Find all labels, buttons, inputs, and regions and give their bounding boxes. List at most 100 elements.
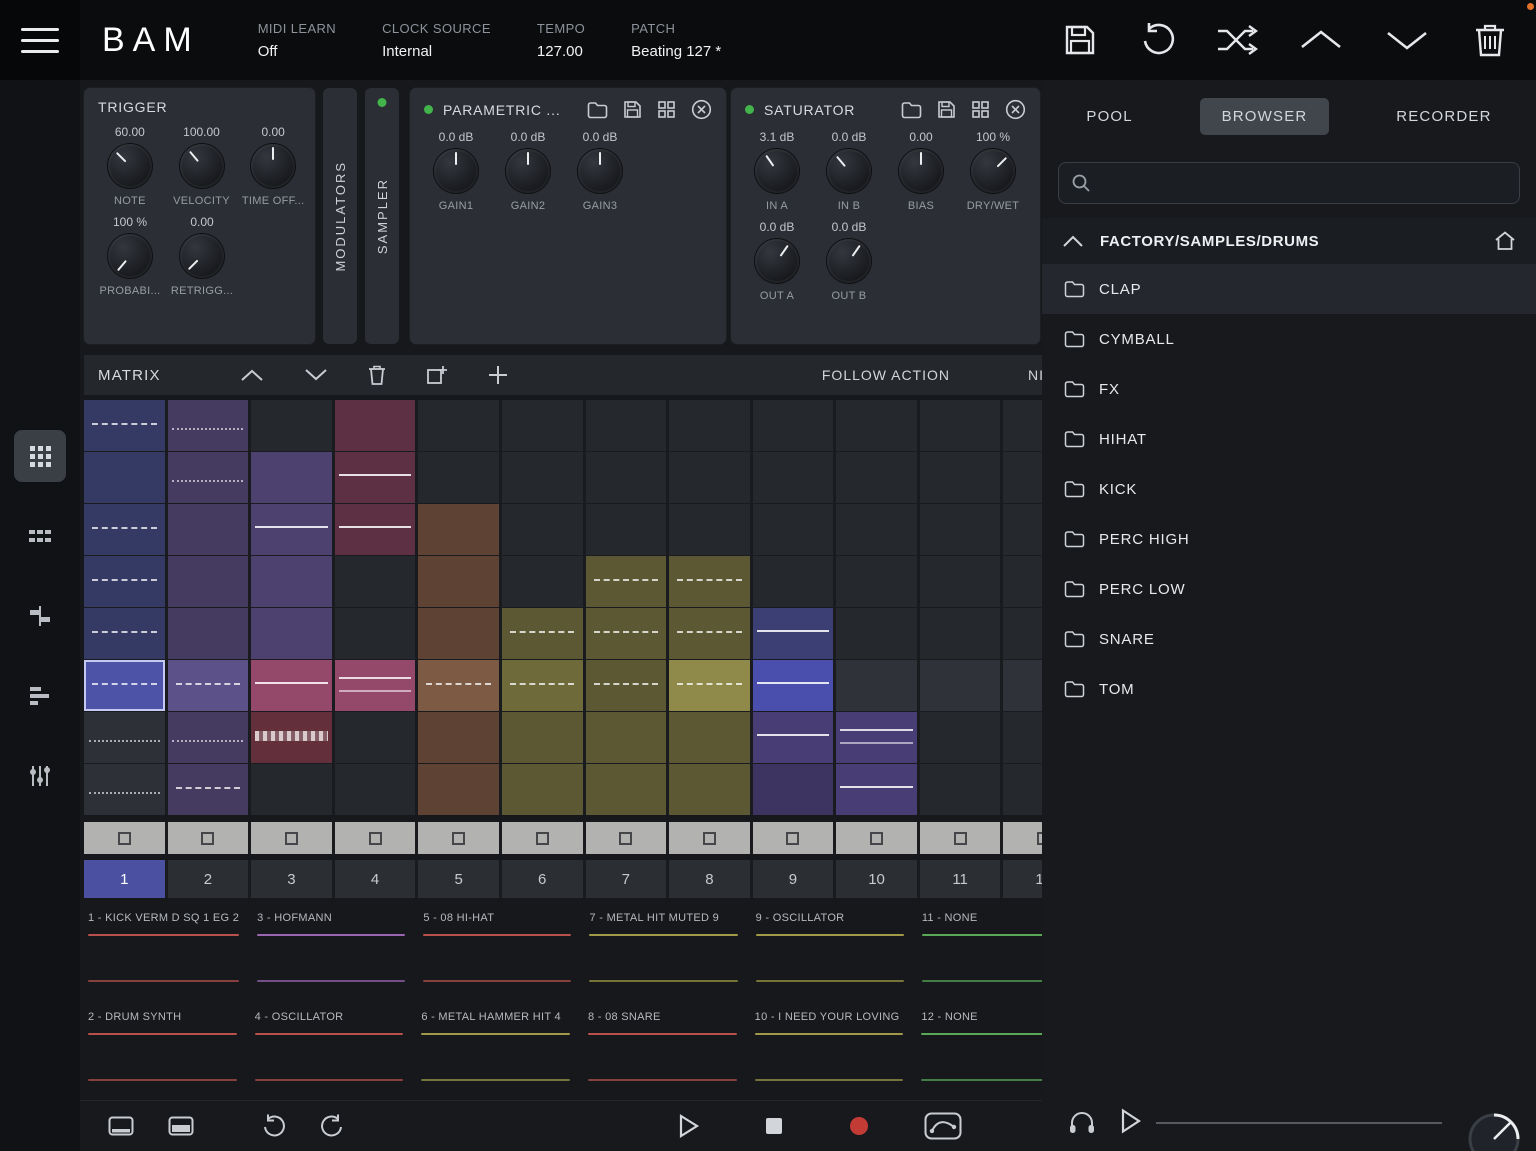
matrix-cell[interactable] bbox=[586, 556, 667, 607]
matrix-cell[interactable] bbox=[168, 400, 249, 451]
matrix-cell[interactable] bbox=[669, 452, 750, 503]
matrix-cell[interactable] bbox=[1003, 400, 1042, 451]
topbar-field[interactable]: PATCH Beating 127 * bbox=[631, 21, 721, 60]
matrix-cell[interactable] bbox=[418, 712, 499, 763]
matrix-cell[interactable] bbox=[418, 400, 499, 451]
step-checkbox[interactable] bbox=[1003, 822, 1042, 854]
automation-button[interactable] bbox=[924, 1112, 962, 1140]
step-checkbox[interactable] bbox=[586, 822, 667, 854]
matrix-cell[interactable] bbox=[920, 660, 1001, 711]
knob[interactable] bbox=[251, 144, 295, 188]
panel-split-icon[interactable] bbox=[168, 1116, 194, 1136]
step-number[interactable]: 4 bbox=[335, 860, 416, 898]
save-icon[interactable] bbox=[1062, 22, 1098, 58]
matrix-cell[interactable] bbox=[836, 504, 917, 555]
save-icon[interactable] bbox=[937, 100, 956, 119]
matrix-cell[interactable] bbox=[920, 400, 1001, 451]
knob[interactable] bbox=[755, 149, 799, 193]
matrix-cell[interactable] bbox=[836, 556, 917, 607]
matrix-cell[interactable] bbox=[168, 452, 249, 503]
matrix-cell[interactable] bbox=[418, 660, 499, 711]
matrix-cell[interactable] bbox=[502, 712, 583, 763]
matrix-cell[interactable] bbox=[920, 504, 1001, 555]
topbar-field[interactable]: TEMPO 127.00 bbox=[537, 21, 585, 60]
matrix-cell[interactable] bbox=[335, 712, 416, 763]
matrix-cell[interactable] bbox=[335, 608, 416, 659]
knob[interactable] bbox=[578, 149, 622, 193]
step-number[interactable]: 9 bbox=[753, 860, 834, 898]
matrix-cell[interactable] bbox=[418, 452, 499, 503]
matrix-cell[interactable] bbox=[251, 712, 332, 763]
step-number[interactable]: 8 bbox=[669, 860, 750, 898]
follow-action-label[interactable]: FOLLOW ACTION bbox=[822, 367, 950, 383]
matrix-cell[interactable] bbox=[418, 608, 499, 659]
home-icon[interactable] bbox=[1494, 231, 1516, 251]
matrix-cell[interactable] bbox=[586, 608, 667, 659]
matrix-cell[interactable] bbox=[84, 660, 165, 711]
matrix-cell[interactable] bbox=[586, 400, 667, 451]
matrix-cell[interactable] bbox=[669, 400, 750, 451]
matrix-cell[interactable] bbox=[251, 504, 332, 555]
sidebar-item-modular[interactable] bbox=[14, 590, 66, 642]
matrix-cell[interactable] bbox=[251, 660, 332, 711]
add-icon[interactable] bbox=[487, 364, 509, 386]
matrix-cell[interactable] bbox=[168, 660, 249, 711]
matrix-cell[interactable] bbox=[84, 504, 165, 555]
delete-row-icon[interactable] bbox=[367, 364, 387, 386]
matrix-cell[interactable] bbox=[920, 712, 1001, 763]
matrix-cell[interactable] bbox=[586, 764, 667, 815]
matrix-cell[interactable] bbox=[335, 504, 416, 555]
sidebar-item-mixer[interactable] bbox=[14, 750, 66, 802]
preview-play-button[interactable] bbox=[1120, 1108, 1142, 1134]
topbar-field[interactable]: CLOCK SOURCE Internal bbox=[382, 21, 491, 60]
undo-icon[interactable] bbox=[1138, 21, 1176, 59]
folder-icon[interactable] bbox=[901, 101, 922, 119]
matrix-cell[interactable] bbox=[1003, 452, 1042, 503]
matrix-cell[interactable] bbox=[753, 608, 834, 659]
folder-row[interactable]: CLAP bbox=[1042, 264, 1536, 314]
matrix-cell[interactable] bbox=[753, 400, 834, 451]
track-cell[interactable]: 1 - KICK VERM D SQ 1 EG 2 bbox=[84, 904, 253, 1003]
knob[interactable] bbox=[180, 144, 224, 188]
matrix-cell[interactable] bbox=[502, 400, 583, 451]
matrix-cell[interactable] bbox=[84, 712, 165, 763]
matrix-cell[interactable] bbox=[836, 764, 917, 815]
track-cell[interactable]: 3 - HOFMANN bbox=[253, 904, 419, 1003]
matrix-cell[interactable] bbox=[669, 764, 750, 815]
step-number[interactable]: 11 bbox=[920, 860, 1001, 898]
matrix-cell[interactable] bbox=[335, 452, 416, 503]
matrix-cell[interactable] bbox=[669, 660, 750, 711]
step-checkbox[interactable] bbox=[251, 822, 332, 854]
track-cell[interactable]: 4 - OSCILLATOR bbox=[251, 1003, 418, 1102]
undo-icon[interactable] bbox=[260, 1113, 286, 1139]
knob[interactable] bbox=[755, 239, 799, 283]
matrix-cell[interactable] bbox=[1003, 556, 1042, 607]
matrix-cell[interactable] bbox=[1003, 764, 1042, 815]
knob[interactable] bbox=[899, 149, 943, 193]
matrix-cell[interactable] bbox=[502, 556, 583, 607]
step-number[interactable]: 7 bbox=[586, 860, 667, 898]
step-checkbox[interactable] bbox=[753, 822, 834, 854]
folder-row[interactable]: PERC HIGH bbox=[1042, 514, 1536, 564]
track-cell[interactable]: 11 - NONE bbox=[918, 904, 1042, 1003]
close-icon[interactable] bbox=[691, 99, 712, 120]
matrix-cell[interactable] bbox=[418, 556, 499, 607]
folder-row[interactable]: HIHAT bbox=[1042, 414, 1536, 464]
matrix-cell[interactable] bbox=[753, 764, 834, 815]
sidebar-item-matrix-view[interactable] bbox=[14, 430, 66, 482]
record-button[interactable] bbox=[848, 1115, 870, 1137]
matrix-cell[interactable] bbox=[753, 660, 834, 711]
redo-icon[interactable] bbox=[320, 1113, 346, 1139]
matrix-cell[interactable] bbox=[753, 452, 834, 503]
matrix-cell[interactable] bbox=[669, 608, 750, 659]
saturator-active-dot[interactable] bbox=[745, 105, 754, 114]
step-checkbox[interactable] bbox=[418, 822, 499, 854]
matrix-cell[interactable] bbox=[168, 504, 249, 555]
track-cell[interactable]: 12 - NONE bbox=[917, 1003, 1042, 1102]
step-checkbox[interactable] bbox=[836, 822, 917, 854]
matrix-cell[interactable] bbox=[1003, 608, 1042, 659]
track-cell[interactable]: 8 - 08 SNARE bbox=[584, 1003, 751, 1102]
preview-volume-knob[interactable] bbox=[1466, 1111, 1522, 1151]
knob[interactable] bbox=[971, 149, 1015, 193]
matrix-cell[interactable] bbox=[836, 660, 917, 711]
